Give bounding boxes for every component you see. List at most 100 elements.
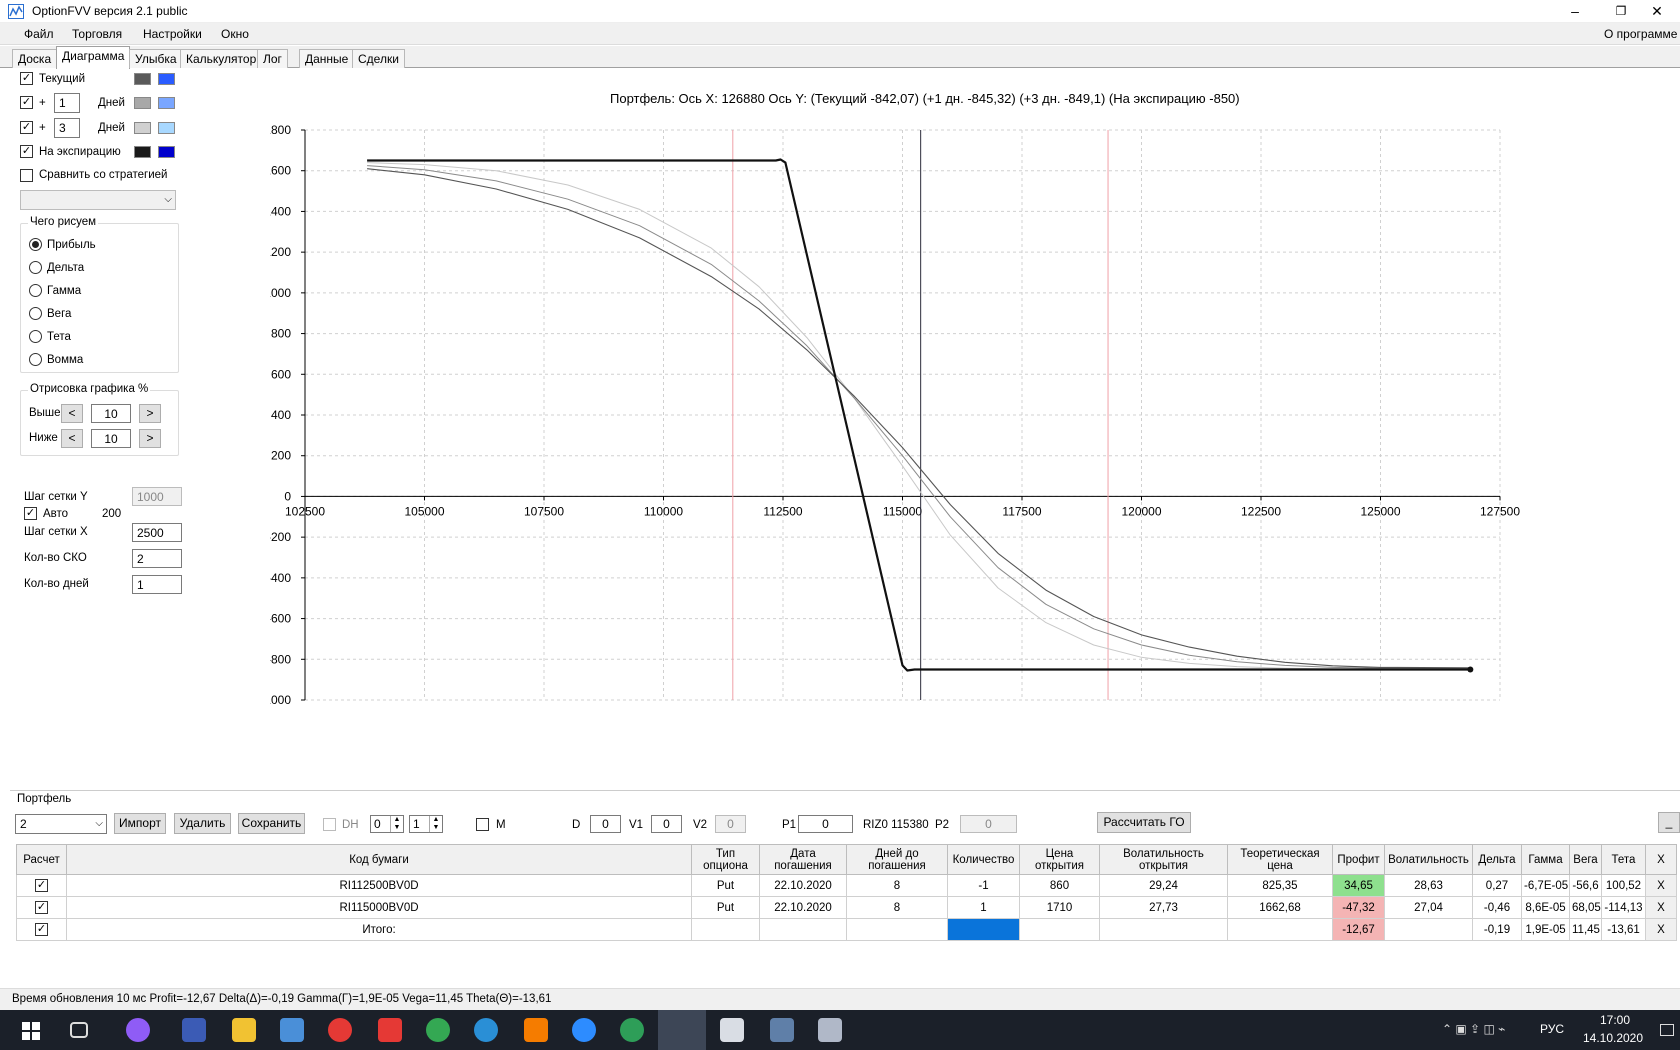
- menu-settings[interactable]: Настройки: [143, 27, 202, 41]
- col-header[interactable]: Количество: [947, 844, 1020, 875]
- col-header[interactable]: Расчет: [16, 844, 67, 875]
- zoom-icon[interactable]: [572, 1018, 596, 1042]
- tab-smile[interactable]: Улыбка: [129, 49, 183, 68]
- col-header[interactable]: Вега: [1569, 844, 1602, 875]
- row-calc-cell[interactable]: ✓: [16, 918, 67, 941]
- plus1-color-swatch[interactable]: [134, 97, 151, 109]
- table-cell[interactable]: 68,05: [1569, 896, 1602, 919]
- radio-gamma[interactable]: [29, 284, 42, 297]
- clock-time[interactable]: 17:00: [1590, 1013, 1640, 1027]
- table-cell[interactable]: 29,24: [1099, 874, 1228, 897]
- profit-cell[interactable]: -47,32: [1332, 896, 1385, 919]
- table-cell[interactable]: 1,9E-05: [1521, 918, 1570, 941]
- table-cell[interactable]: 8,6E-05: [1521, 896, 1570, 919]
- auto-checkbox[interactable]: ✓: [24, 507, 37, 520]
- tab-diagram[interactable]: Диаграмма: [56, 46, 131, 69]
- plus3-checkbox[interactable]: ✓: [20, 121, 33, 134]
- above-input[interactable]: 10: [91, 404, 131, 423]
- col-header[interactable]: Дельта: [1472, 844, 1522, 875]
- paint-icon[interactable]: [818, 1018, 842, 1042]
- table-cell[interactable]: 1662,68: [1227, 896, 1333, 919]
- delete-row-button[interactable]: X: [1645, 874, 1677, 897]
- grid-y-input[interactable]: 1000: [132, 487, 182, 506]
- close-button[interactable]: ✕: [1634, 0, 1680, 22]
- row-calc-checkbox[interactable]: ✓: [35, 901, 48, 914]
- table-cell[interactable]: [1019, 918, 1100, 941]
- media-icon[interactable]: [770, 1018, 794, 1042]
- p1-input[interactable]: 0: [798, 815, 853, 833]
- days2-input[interactable]: 3: [54, 118, 80, 138]
- table-cell[interactable]: 100,52: [1601, 874, 1646, 897]
- above-increase-button[interactable]: >: [139, 404, 161, 423]
- v1-input[interactable]: 0: [651, 815, 682, 833]
- radio-vega[interactable]: [29, 307, 42, 320]
- delete-button[interactable]: Удалить: [174, 813, 231, 834]
- table-cell[interactable]: [691, 918, 760, 941]
- tab-log[interactable]: Лог: [257, 49, 288, 68]
- delete-row-button[interactable]: X: [1645, 918, 1677, 941]
- tab-deals[interactable]: Сделки: [352, 49, 405, 68]
- table-cell[interactable]: [1227, 918, 1333, 941]
- col-header[interactable]: Волатильность открытия: [1099, 844, 1228, 875]
- notifications-icon[interactable]: [1660, 1024, 1674, 1036]
- table-cell[interactable]: -0,46: [1472, 896, 1522, 919]
- d-input[interactable]: 0: [590, 815, 621, 833]
- minimize-button[interactable]: –: [1552, 0, 1598, 22]
- menu-about[interactable]: О программе: [1604, 27, 1677, 41]
- table-row-total[interactable]: ✓ Итого: -12,67 -0,19 1,9E-05 11,45 -13,…: [16, 918, 1677, 941]
- profit-cell[interactable]: 34,65: [1332, 874, 1385, 897]
- tab-board[interactable]: Доска: [12, 49, 58, 68]
- laptop-icon[interactable]: [280, 1018, 304, 1042]
- col-header[interactable]: Тета: [1601, 844, 1646, 875]
- yandex-browser-icon[interactable]: [328, 1018, 352, 1042]
- plus1-checkbox[interactable]: ✓: [20, 96, 33, 109]
- col-header[interactable]: Профит: [1332, 844, 1385, 875]
- m-checkbox[interactable]: [476, 818, 489, 831]
- language-indicator[interactable]: РУС: [1540, 1022, 1564, 1036]
- days-count-input[interactable]: 1: [132, 575, 182, 594]
- row-calc-cell[interactable]: ✓: [16, 896, 67, 919]
- table-cell[interactable]: 27,73: [1099, 896, 1228, 919]
- table-cell[interactable]: [1099, 918, 1228, 941]
- table-cell[interactable]: 27,04: [1384, 896, 1473, 919]
- table-cell[interactable]: [1384, 918, 1473, 941]
- yandex-icon[interactable]: [378, 1018, 402, 1042]
- portfolio-select[interactable]: 2 ⌵: [15, 814, 107, 834]
- table-cell[interactable]: 22.10.2020: [759, 896, 847, 919]
- table-cell[interactable]: RI115000BV0D: [66, 896, 692, 919]
- vlc-icon[interactable]: [524, 1018, 548, 1042]
- table-row[interactable]: ✓ RI112500BV0D Put 22.10.2020 8 -1 860 2…: [16, 874, 1677, 897]
- radio-delta[interactable]: [29, 261, 42, 274]
- plus3-color-swatch[interactable]: [134, 122, 151, 134]
- table-cell[interactable]: 8: [846, 874, 948, 897]
- table-cell[interactable]: 1: [947, 896, 1020, 919]
- spin-arrows-icon[interactable]: ▲ ▼: [429, 816, 442, 832]
- above-decrease-button[interactable]: <: [61, 404, 83, 423]
- table-cell[interactable]: Put: [691, 874, 760, 897]
- days1-input[interactable]: 1: [54, 93, 80, 113]
- table-cell[interactable]: 8: [846, 896, 948, 919]
- clock-date[interactable]: 14.10.2020: [1575, 1031, 1651, 1045]
- table-cell[interactable]: 825,35: [1227, 874, 1333, 897]
- payoff-chart[interactable]: 102500 105000 107500 110000 112500 115000 1175…: [270, 80, 1650, 760]
- current-checkbox[interactable]: ✓: [20, 72, 33, 85]
- table-cell[interactable]: -6,7E-05: [1521, 874, 1570, 897]
- dh-spin-2[interactable]: 1 ▲ ▼: [409, 815, 443, 833]
- table-cell[interactable]: 0,27: [1472, 874, 1522, 897]
- table-cell[interactable]: -0,19: [1472, 918, 1522, 941]
- col-header[interactable]: Тип опциона: [691, 844, 760, 875]
- below-decrease-button[interactable]: <: [61, 429, 83, 448]
- spin-arrows-icon[interactable]: ▲ ▼: [390, 816, 403, 832]
- delete-row-button[interactable]: X: [1645, 896, 1677, 919]
- menu-window[interactable]: Окно: [221, 27, 249, 41]
- menu-trade[interactable]: Торговля: [72, 27, 122, 41]
- table-row[interactable]: ✓ RI115000BV0D Put 22.10.2020 8 1 1710 2…: [16, 896, 1677, 919]
- table-cell[interactable]: [759, 918, 847, 941]
- table-cell[interactable]: 11,45: [1569, 918, 1602, 941]
- table-cell[interactable]: RI112500BV0D: [66, 874, 692, 897]
- flying-app-icon[interactable]: [474, 1018, 498, 1042]
- file-explorer-icon[interactable]: [232, 1018, 256, 1042]
- grid-x-input[interactable]: 2500: [132, 523, 182, 542]
- table-cell[interactable]: 1710: [1019, 896, 1100, 919]
- table-cell[interactable]: Итого:: [66, 918, 692, 941]
